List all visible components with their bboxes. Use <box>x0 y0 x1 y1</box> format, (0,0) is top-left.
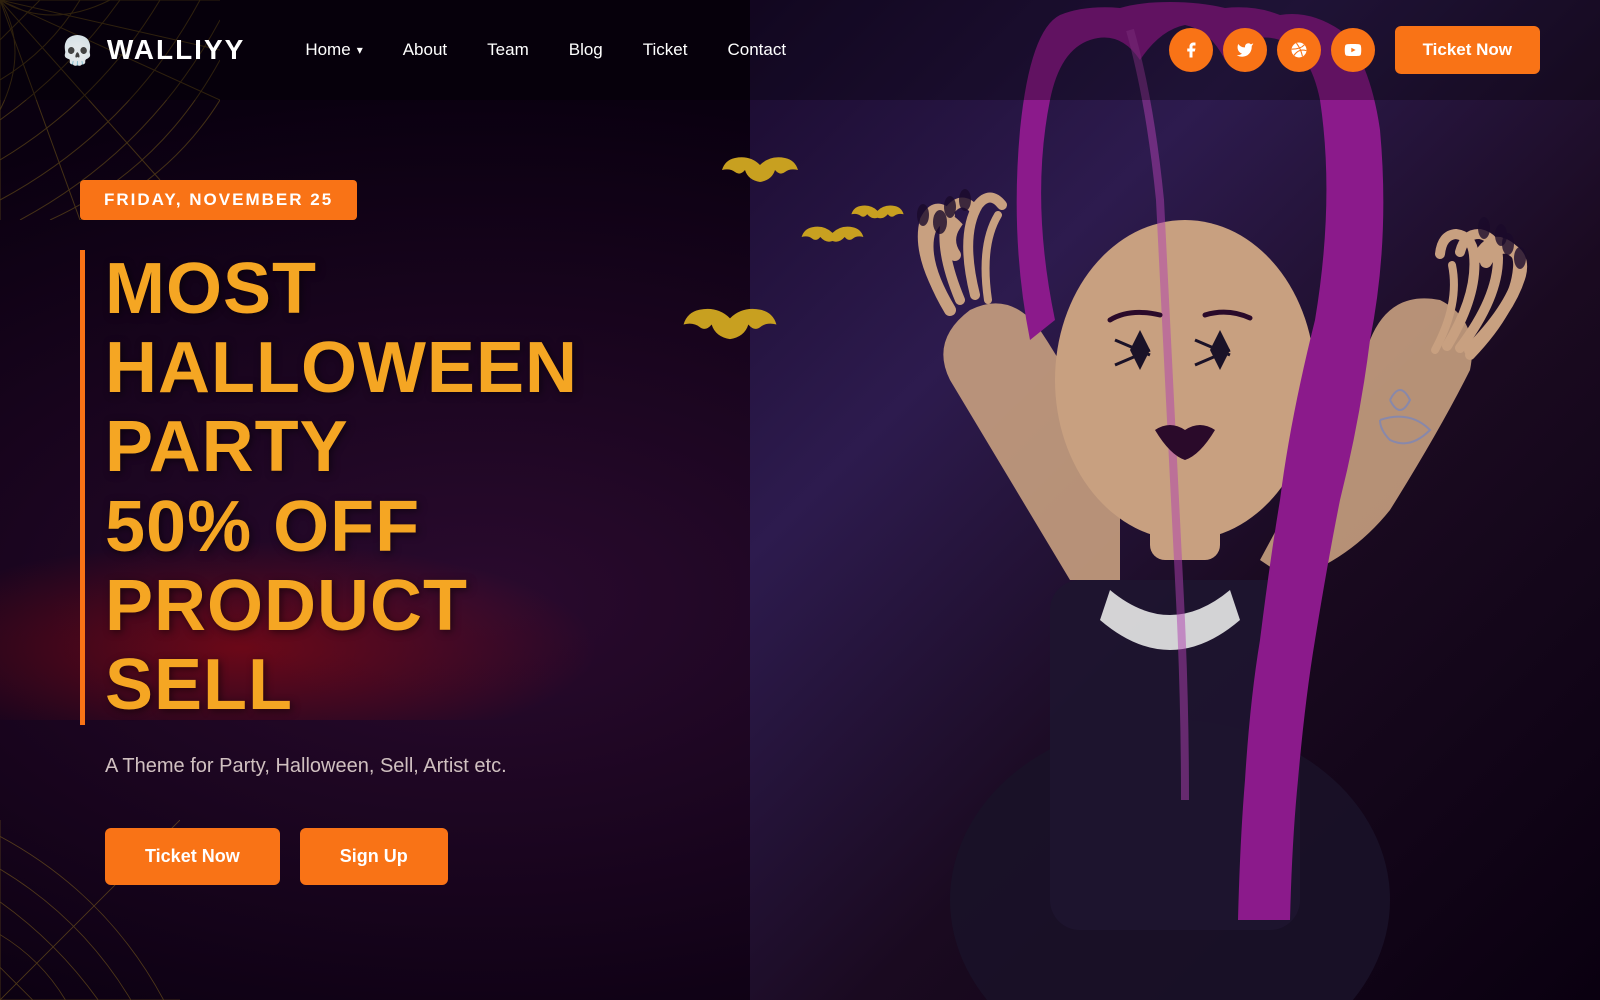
hero-buttons: Ticket Now Sign Up <box>105 828 620 885</box>
nav-contact-link[interactable]: Contact <box>727 40 786 60</box>
nav-about-link[interactable]: About <box>403 40 447 60</box>
chevron-down-icon: ▾ <box>357 43 363 57</box>
bat-4-icon <box>850 200 905 232</box>
nav-ticket-link[interactable]: Ticket <box>643 40 688 60</box>
youtube-button[interactable] <box>1331 28 1375 72</box>
ticket-now-nav-button[interactable]: Ticket Now <box>1395 26 1540 74</box>
nav-home-label: Home <box>305 40 350 60</box>
hero-title: MOST HALLOWEEN PARTY 50% OFF PRODUCT SEL… <box>80 250 620 725</box>
navbar: 💀 WALLIYY Home ▾ About Team Blog Ticket … <box>0 0 1600 100</box>
nav-team-link[interactable]: Team <box>487 40 529 60</box>
nav-links: Home ▾ About Team Blog Ticket Contact <box>305 40 1168 60</box>
bat-1-icon <box>720 150 800 195</box>
nav-blog-link[interactable]: Blog <box>569 40 603 60</box>
dribbble-button[interactable] <box>1277 28 1321 72</box>
nav-home-link[interactable]: Home ▾ <box>305 40 362 60</box>
social-icons <box>1169 28 1375 72</box>
ticket-now-hero-button[interactable]: Ticket Now <box>105 828 280 885</box>
hero-image <box>750 0 1600 1000</box>
signup-button[interactable]: Sign Up <box>300 828 448 885</box>
skull-icon: 💀 <box>60 34 97 67</box>
hero-subtitle: A Theme for Party, Halloween, Sell, Arti… <box>105 755 620 778</box>
facebook-button[interactable] <box>1169 28 1213 72</box>
hero-title-line1: MOST HALLOWEEN PARTY <box>105 249 578 487</box>
logo-text: WALLIYY <box>107 34 245 66</box>
hero-title-line2: 50% OFF PRODUCT SELL <box>105 487 468 725</box>
hero-content: FRIDAY, NOVEMBER 25 MOST HALLOWEEN PARTY… <box>0 100 700 885</box>
date-badge: FRIDAY, NOVEMBER 25 <box>80 180 357 220</box>
logo: 💀 WALLIYY <box>60 34 245 67</box>
twitter-button[interactable] <box>1223 28 1267 72</box>
